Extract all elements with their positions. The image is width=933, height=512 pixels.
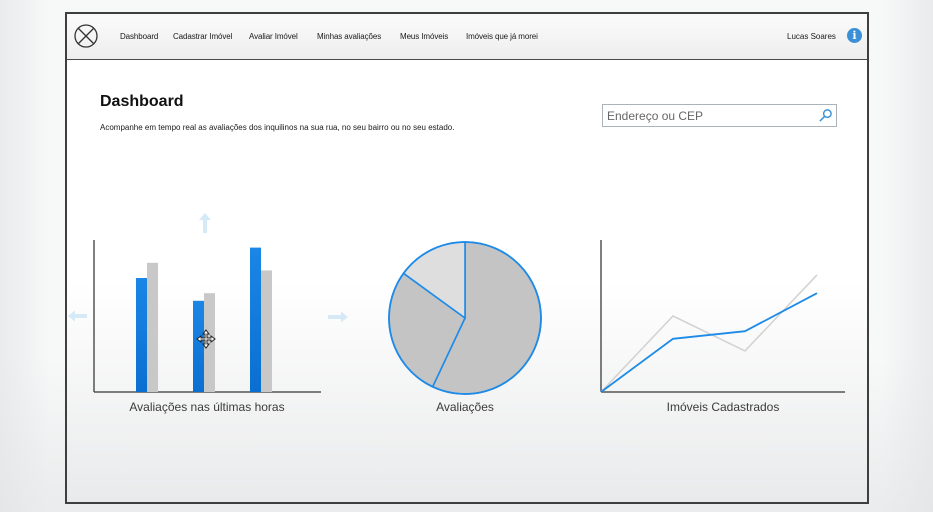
bar-chart bbox=[93, 240, 321, 393]
bar-series1-1 bbox=[136, 278, 147, 392]
circle-x-logo-icon[interactable] bbox=[74, 24, 98, 48]
line-chart-caption: Imóveis Cadastrados bbox=[666, 400, 780, 414]
search-input[interactable] bbox=[603, 105, 813, 126]
info-icon[interactable]: i bbox=[847, 28, 862, 43]
nav-imoveis-que-ja-morei[interactable]: Imóveis que já morei bbox=[466, 32, 538, 41]
nav-meus-imoveis[interactable]: Meus Imóveis bbox=[400, 32, 448, 41]
nav-cadastrar-imovel[interactable]: Cadastrar Imóvel bbox=[173, 32, 232, 41]
arrow-up-icon bbox=[199, 213, 211, 233]
bar-series2-3 bbox=[261, 270, 272, 392]
user-name[interactable]: Lucas Soares bbox=[787, 32, 836, 41]
nav-avaliar-imovel[interactable]: Avaliar Imóvel bbox=[249, 32, 298, 41]
page-title: Dashboard bbox=[100, 93, 184, 110]
search-box bbox=[602, 104, 837, 127]
arrow-left-icon bbox=[68, 310, 87, 322]
pie-chart bbox=[388, 241, 542, 395]
pie-chart-caption: Avaliações bbox=[436, 400, 494, 414]
app-window: Dashboard Cadastrar Imóvel Avaliar Imóve… bbox=[65, 12, 869, 504]
bar-series1-3 bbox=[250, 247, 261, 392]
nav-minhas-avaliacoes[interactable]: Minhas avaliações bbox=[317, 32, 381, 41]
top-navigation-bar: Dashboard Cadastrar Imóvel Avaliar Imóve… bbox=[67, 14, 867, 60]
move-cursor-icon bbox=[196, 329, 216, 349]
bar-chart-caption: Avaliações nas últimas horas bbox=[129, 400, 285, 414]
search-icon[interactable] bbox=[818, 108, 833, 123]
nav-dashboard[interactable]: Dashboard bbox=[120, 32, 158, 41]
line-chart bbox=[600, 240, 845, 393]
arrow-right-icon bbox=[328, 311, 348, 323]
line-series-2 bbox=[600, 274, 818, 393]
bar-series2-1 bbox=[147, 262, 158, 392]
page-subtitle: Acompanhe em tempo real as avaliações do… bbox=[100, 123, 455, 132]
